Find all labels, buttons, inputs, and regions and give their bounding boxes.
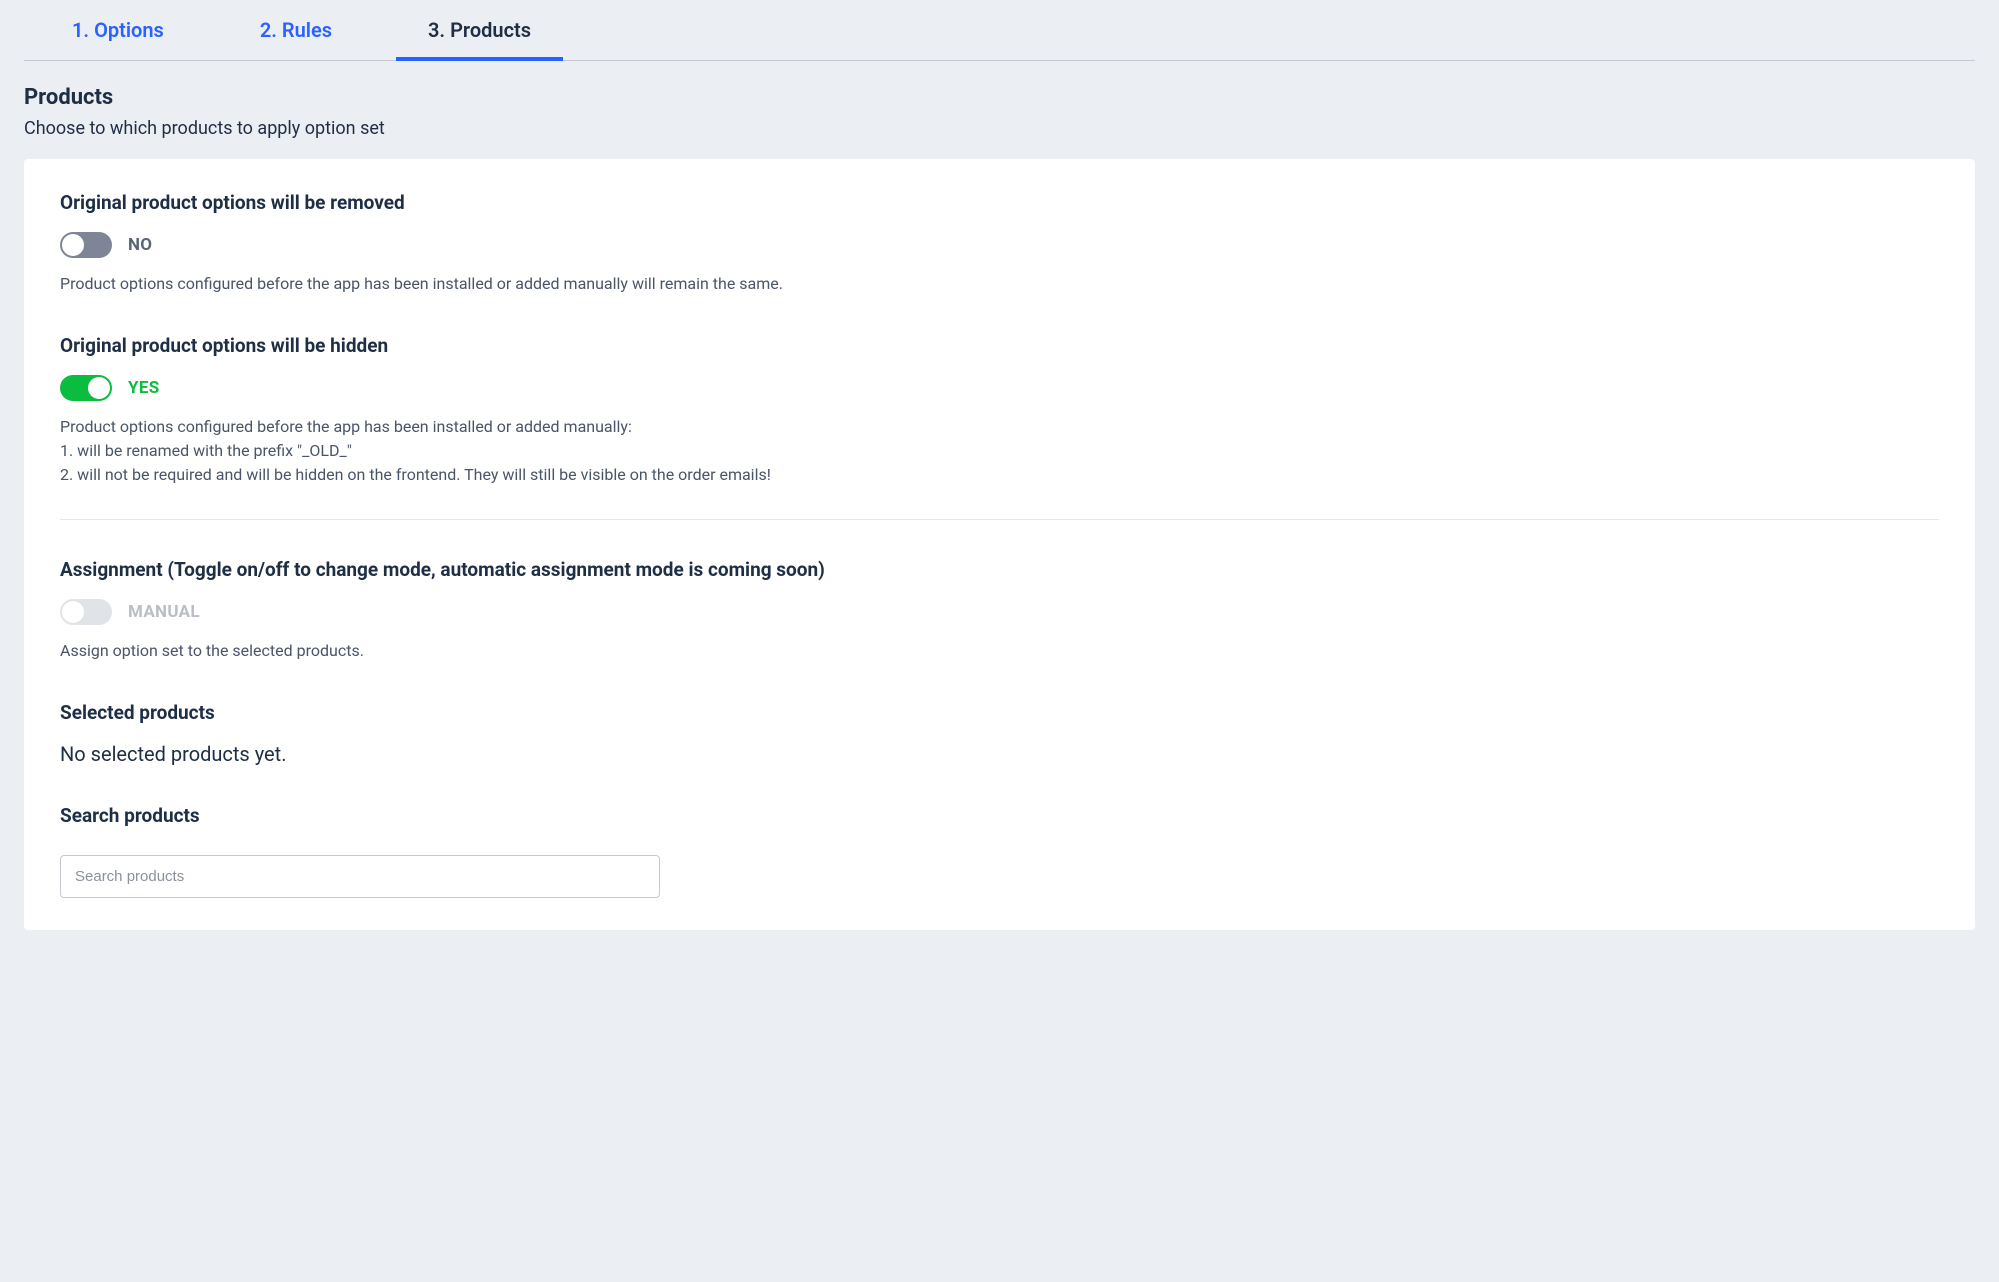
tabs-nav: 1. Options 2. Rules 3. Products — [24, 0, 1975, 61]
tab-products[interactable]: 3. Products — [380, 0, 579, 60]
tab-options[interactable]: 1. Options — [24, 0, 212, 60]
remove-options-help: Product options configured before the ap… — [60, 272, 1939, 296]
toggle-knob-icon — [62, 601, 84, 623]
assignment-toggle-row: MANUAL — [60, 599, 1939, 625]
assignment-toggle[interactable] — [60, 599, 112, 625]
hide-options-help-intro: Product options configured before the ap… — [60, 415, 1939, 439]
hide-options-help-line2: 2. will not be required and will be hidd… — [60, 463, 1939, 487]
hide-options-state: YES — [128, 378, 159, 398]
section-hide-options: Original product options will be hidden … — [60, 334, 1939, 520]
page-header: Products Choose to which products to app… — [24, 85, 1975, 139]
hide-options-help-line1: 1. will be renamed with the prefix "_OLD… — [60, 439, 1939, 463]
page-title: Products — [24, 85, 1975, 110]
hide-options-toggle-row: YES — [60, 375, 1939, 401]
assignment-title: Assignment (Toggle on/off to change mode… — [60, 558, 1939, 581]
hide-options-title: Original product options will be hidden — [60, 334, 1939, 357]
selected-products-empty: No selected products yet. — [60, 742, 1939, 766]
remove-options-toggle[interactable] — [60, 232, 112, 258]
search-products-input[interactable] — [60, 855, 660, 898]
section-assignment: Assignment (Toggle on/off to change mode… — [60, 558, 1939, 663]
section-selected-products: Selected products No selected products y… — [60, 701, 1939, 766]
selected-products-title: Selected products — [60, 701, 1939, 724]
search-products-title: Search products — [60, 804, 1939, 827]
assignment-help: Assign option set to the selected produc… — [60, 639, 1939, 663]
assignment-state: MANUAL — [128, 602, 200, 622]
tab-rules[interactable]: 2. Rules — [212, 0, 380, 60]
main-panel: Original product options will be removed… — [24, 159, 1975, 930]
remove-options-state: NO — [128, 235, 152, 255]
hide-options-help: Product options configured before the ap… — [60, 415, 1939, 487]
toggle-knob-icon — [62, 234, 84, 256]
remove-options-title: Original product options will be removed — [60, 191, 1939, 214]
remove-options-toggle-row: NO — [60, 232, 1939, 258]
hide-options-toggle[interactable] — [60, 375, 112, 401]
section-search-products: Search products — [60, 804, 1939, 898]
section-remove-options: Original product options will be removed… — [60, 191, 1939, 296]
page-subtitle: Choose to which products to apply option… — [24, 118, 1975, 139]
toggle-knob-icon — [88, 377, 110, 399]
